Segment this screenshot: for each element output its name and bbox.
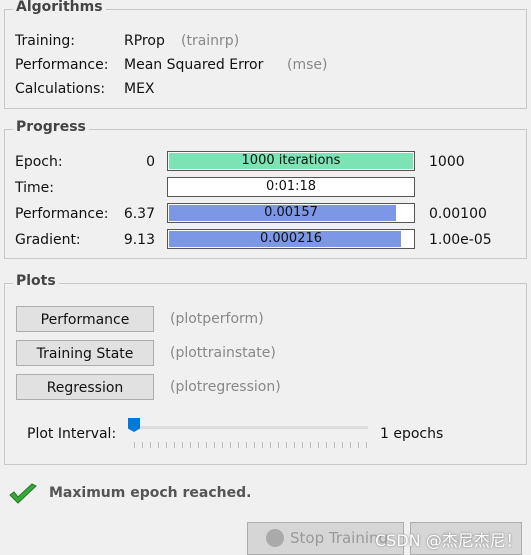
status-text: Maximum epoch reached. [49,485,252,501]
plot-interval-label: Plot Interval: [27,426,117,442]
stop-training-label: Stop Training [290,529,389,547]
plot-code: (plotperform) [170,311,264,327]
plot-button[interactable]: Regression [16,374,154,400]
plot-code: (plotregression) [170,379,281,395]
plot-interval-value: 1 epochs [380,426,444,442]
progress-bar: 1000 iterations [167,151,415,171]
plot-button[interactable]: Training State [16,340,154,366]
plot-code: (plottrainstate) [170,345,276,361]
watermark: CSDN @杰尼杰尼！ [375,531,522,550]
progress-bar-text: 1000 iterations [241,153,341,168]
algorithm-label: Calculations: [15,81,106,97]
group-title: Plots [13,273,59,289]
progress-start: 9.13 [123,232,155,248]
progress-start: 0 [146,154,155,170]
progress-label: Performance: [15,206,109,222]
algorithm-value: MEX [124,81,155,97]
progress-bar-text: 0.00157 [264,205,318,220]
progress-end: 1.00e-05 [429,232,492,248]
slider-thumb[interactable] [128,418,140,432]
progress-label: Gradient: [15,232,81,248]
algorithm-label: Training: [15,33,75,49]
progress-start: 6.37 [123,206,155,222]
algorithm-value: RProp [124,33,165,49]
progress-label: Epoch: [15,154,63,170]
progress-bar-text: 0:01:18 [265,179,317,194]
algorithm-value: Mean Squared Error [124,57,264,73]
checkmark-icon [9,483,37,504]
progress-bar: 0:01:18 [167,177,415,197]
plot-button[interactable]: Performance [16,306,154,332]
progress-label: Time: [15,180,54,196]
progress-bar: 0.00157 [167,203,415,223]
progress-bar: 0.000216 [167,229,415,249]
progress-bar-text: 0.000216 [259,231,323,246]
progress-end: 0.00100 [429,206,487,222]
algorithm-code: (trainrp) [181,33,240,49]
progress-end: 1000 [429,154,465,170]
group-title: Progress [13,119,89,135]
plot-interval-slider[interactable] [128,418,368,448]
algorithm-code: (mse) [287,57,328,73]
group-title: Algorithms [13,0,106,15]
algorithm-label: Performance: [15,57,109,73]
stop-icon [266,528,284,547]
